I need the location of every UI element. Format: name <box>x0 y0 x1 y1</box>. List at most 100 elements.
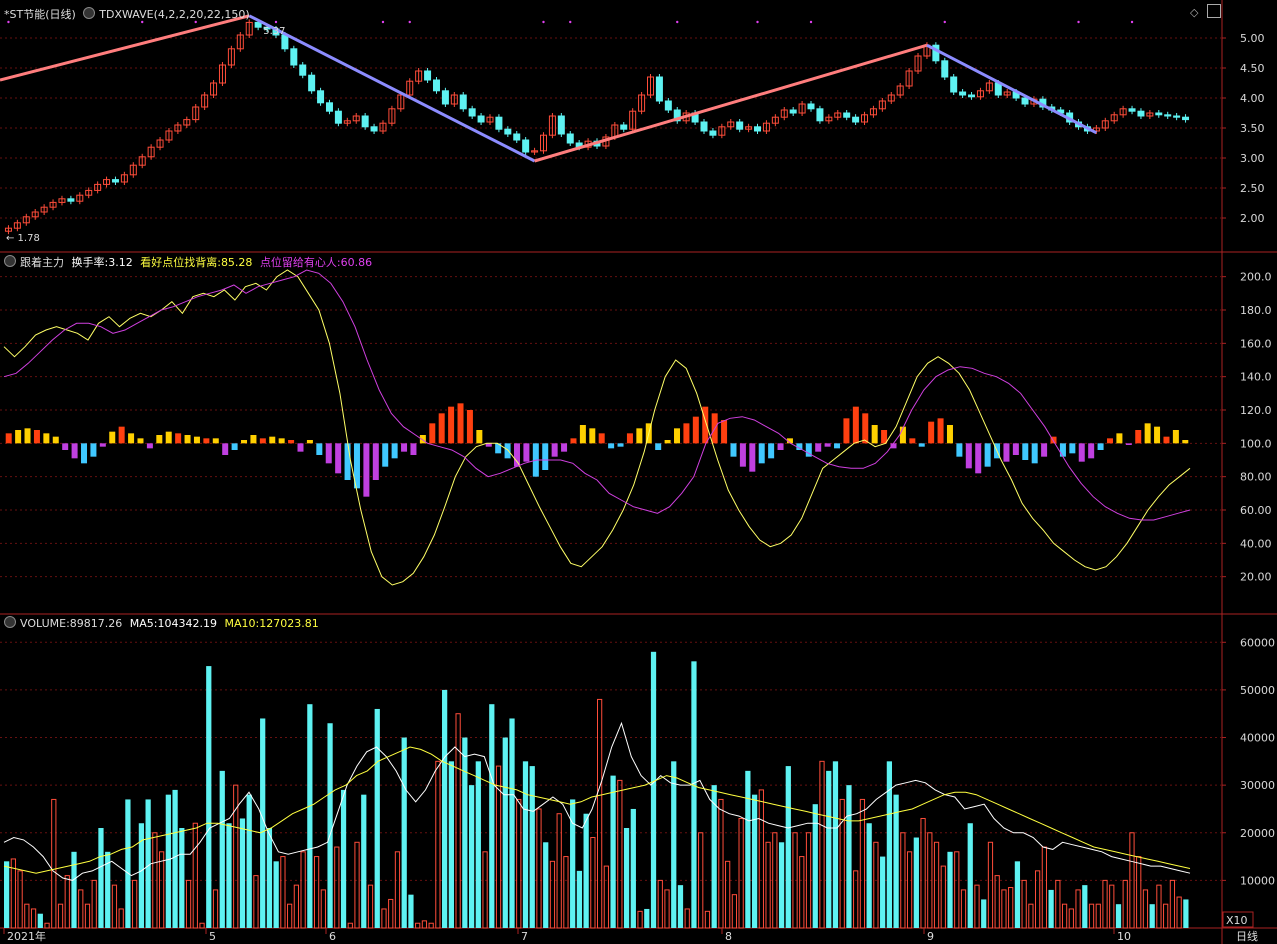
indicator-tick-label: 100.0 <box>1240 437 1272 450</box>
volume-bar <box>671 761 677 928</box>
volume-bar <box>576 870 583 928</box>
indicator-tick-label: 80.00 <box>1240 471 1272 484</box>
volume-bar <box>623 828 630 928</box>
turnover-bar <box>664 440 671 444</box>
volume-bar <box>549 860 556 929</box>
volume-bar <box>138 823 145 928</box>
turnover-bar <box>636 428 643 444</box>
indicator-menu-icon[interactable] <box>4 616 16 628</box>
volume-bar <box>933 841 940 929</box>
volume-bar <box>920 817 926 929</box>
indicator-panel-header: 跟着主力 换手率:3.12 看好点位找背离:85.28 点位留给有心人:60.8… <box>4 254 376 270</box>
reserve-value: 60.86 <box>340 256 373 269</box>
diamond-icon[interactable]: ◇ <box>1190 6 1198 19</box>
volume-bar <box>967 823 973 928</box>
volume-bar <box>906 851 913 929</box>
candle-body <box>1021 97 1029 105</box>
volume-bar <box>826 770 832 928</box>
volume-bar <box>408 894 414 928</box>
turnover-bar <box>626 433 633 444</box>
volume-bar <box>300 851 306 929</box>
turnover-bar <box>24 428 31 444</box>
volume-bar <box>435 760 441 929</box>
turnover-bar <box>391 443 398 459</box>
turnover-bar <box>297 443 304 452</box>
volume-tick-label: 30000 <box>1240 779 1275 792</box>
volume-bar <box>1008 887 1014 929</box>
volume-bar <box>347 922 353 929</box>
volume-bar <box>327 723 333 928</box>
indicator-tick-label: 160.0 <box>1240 337 1272 350</box>
turnover-bar <box>193 436 200 444</box>
volume-bar <box>172 789 178 928</box>
turnover-bar <box>984 443 991 467</box>
candle-body <box>807 103 815 110</box>
volume-bar <box>583 813 589 928</box>
maximize-icon[interactable] <box>1207 4 1221 18</box>
turnover-bar <box>259 438 266 444</box>
volume-label: VOLUME: <box>20 617 70 630</box>
signal-dot <box>542 20 545 24</box>
volume-bar <box>91 879 97 929</box>
candle-body <box>468 108 476 117</box>
volume-bar <box>1001 889 1007 929</box>
volume-bar <box>563 856 569 929</box>
turnover-bar <box>306 440 313 444</box>
volume-bar <box>1035 870 1041 929</box>
reserve-label: 点位留给有心人: <box>259 256 341 269</box>
turnover-bar <box>1031 443 1038 464</box>
candle-body <box>557 115 565 135</box>
turnover-bar <box>15 430 22 444</box>
volume-bar <box>30 908 37 929</box>
volume-bar <box>691 661 697 928</box>
volume-bar <box>529 766 535 928</box>
volume-panel[interactable]: X10 <box>3 651 1254 929</box>
turnover-bar <box>937 418 944 444</box>
candle-body <box>950 76 958 93</box>
candle-body <box>459 94 467 110</box>
indicator-menu-icon[interactable] <box>4 255 16 267</box>
signal-dot <box>408 20 411 24</box>
volume-bar <box>37 913 43 928</box>
turnover-bar <box>1172 430 1179 444</box>
indicator-tick-label: 40.00 <box>1240 537 1272 550</box>
signal-dot <box>274 20 278 24</box>
volume-bar <box>1122 879 1128 929</box>
volume-bar <box>974 884 980 929</box>
volume-bar <box>1149 904 1155 928</box>
volume-tick-label: 20000 <box>1240 827 1275 840</box>
volume-bar <box>98 828 104 928</box>
volume-bar <box>253 875 259 929</box>
candle-body <box>290 48 298 66</box>
volume-bar <box>1102 879 1108 929</box>
candle-body <box>754 126 762 132</box>
volume-bar <box>340 789 347 928</box>
indicator-panel[interactable] <box>3 269 1191 586</box>
volume-bar <box>819 760 825 929</box>
turnover-bar <box>203 438 210 444</box>
volume-bar <box>239 818 246 928</box>
volume-bar <box>644 908 650 928</box>
signal-dot <box>756 20 759 24</box>
volume-bar <box>293 884 299 929</box>
volume-bar <box>374 708 380 928</box>
volume-bar <box>1082 885 1088 928</box>
candle-body <box>736 121 744 130</box>
turnover-bar <box>721 420 728 444</box>
turnover-bar <box>62 443 69 450</box>
turnover-bar <box>401 443 408 452</box>
signal-dot <box>676 20 679 24</box>
turnover-bar <box>1041 443 1048 457</box>
volume-unit-label: X10 <box>1226 914 1248 927</box>
volume-bar <box>859 798 866 929</box>
volume-bar <box>516 798 522 929</box>
price-panel[interactable]: 5.37 ← 1.78 <box>0 14 1190 244</box>
turnover-bar <box>909 438 916 444</box>
indicator-menu-icon[interactable] <box>83 7 96 19</box>
volume-value: 89817.26 <box>69 617 123 630</box>
turnover-bar <box>241 440 248 444</box>
volume-bar <box>334 846 340 929</box>
turnover-bar <box>372 443 379 480</box>
volume-bar <box>994 875 1000 929</box>
turnover-bar <box>128 433 135 444</box>
